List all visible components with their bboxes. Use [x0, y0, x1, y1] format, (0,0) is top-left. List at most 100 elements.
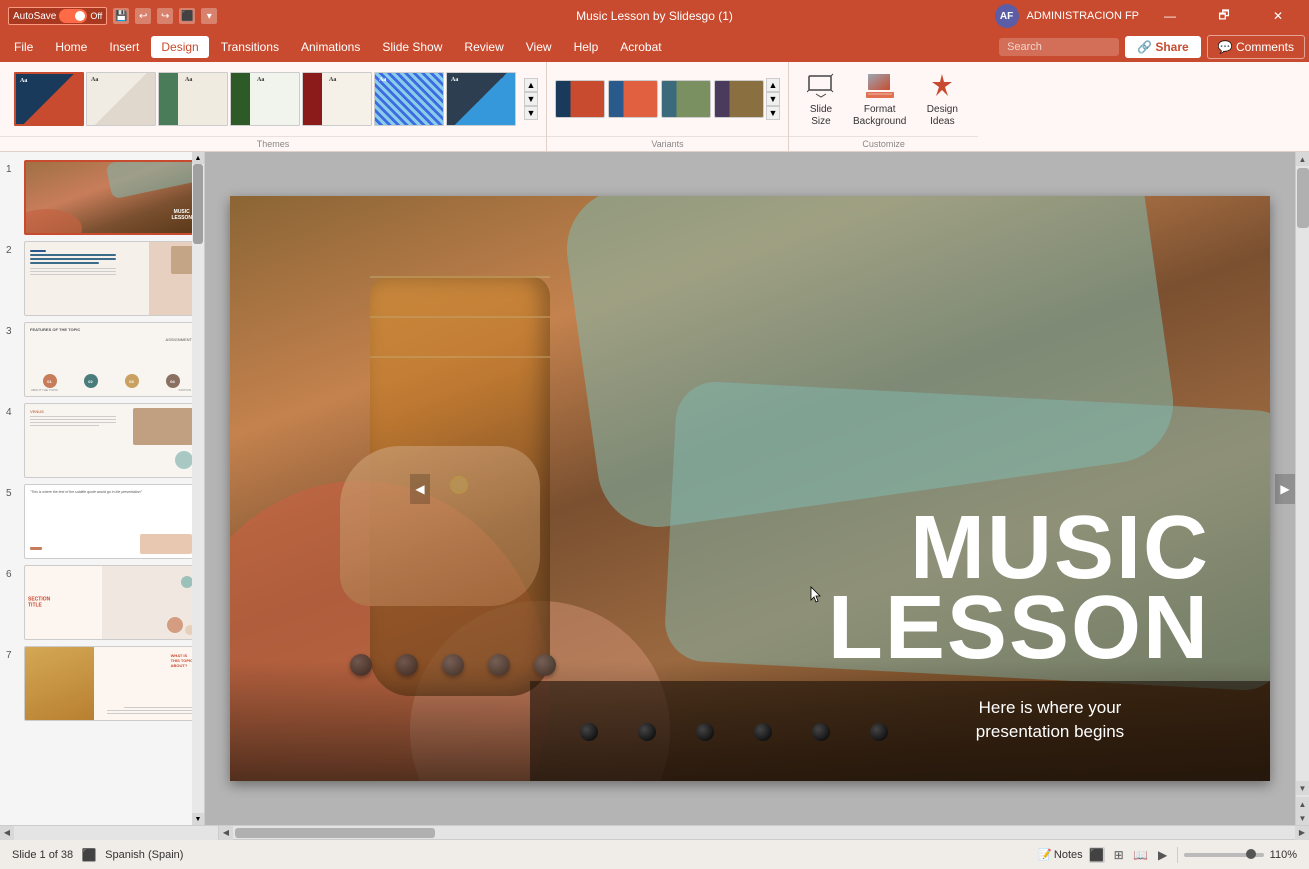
slide-number-1: 1: [6, 160, 18, 175]
share-button[interactable]: 🔗 Share: [1125, 36, 1201, 58]
menu-view[interactable]: View: [516, 36, 562, 58]
variants-body: ▲ ▼ ▼: [547, 62, 788, 136]
panel-scrollbar[interactable]: ▲ ▼: [192, 152, 204, 825]
slide-item-2[interactable]: 2: [6, 241, 198, 316]
theme-item-5[interactable]: Aa: [374, 72, 444, 126]
title-bar-left: AutoSave Off 💾 ↩ ↪ ⬛ ▾: [8, 7, 217, 25]
canvas-scroll-down2[interactable]: ▼: [1296, 811, 1309, 825]
hscroll-left2[interactable]: ◀: [219, 826, 233, 840]
redo-icon[interactable]: ↪: [157, 8, 173, 24]
comments-button[interactable]: 💬 Comments: [1207, 35, 1305, 59]
variant-scroll-up[interactable]: ▲: [766, 78, 780, 92]
theme-item-4[interactable]: Aa: [302, 72, 372, 126]
slide-item-5[interactable]: 5 "This is where the text of the subtitl…: [6, 484, 198, 559]
ribbon-row: Aa Aa Aa Aa Aa: [0, 62, 1309, 152]
slide-number-3: 3: [6, 322, 18, 337]
menu-home[interactable]: Home: [45, 36, 97, 58]
close-button[interactable]: ✕: [1255, 0, 1301, 32]
theme-item-6[interactable]: Aa: [446, 72, 516, 126]
slide-thumb-4[interactable]: VENUS: [24, 403, 198, 478]
design-ideas-button[interactable]: DesignIdeas: [916, 66, 968, 132]
slide-size-icon: [805, 70, 837, 102]
slide-number-7: 7: [6, 646, 18, 661]
variant-2[interactable]: [661, 80, 711, 118]
panel-scroll-down[interactable]: ▼: [192, 813, 204, 825]
variant-3[interactable]: [714, 80, 764, 118]
theme-scroll-arrows: ▲ ▼ ▼: [524, 78, 538, 120]
autosave-toggle[interactable]: [59, 9, 87, 23]
slide-next-button[interactable]: ▶: [1275, 474, 1295, 504]
cursor-indicator: [810, 586, 822, 604]
canvas-hscrollbar[interactable]: ◀ ◀ ▶: [0, 825, 1309, 839]
user-avatar[interactable]: AF: [995, 4, 1019, 28]
theme-scroll-down[interactable]: ▼: [524, 106, 538, 120]
slide-panel[interactable]: 1 MUSICLESSON 2: [0, 152, 205, 825]
slide-size-button[interactable]: SlideSize: [799, 66, 843, 132]
variant-scroll-mid[interactable]: ▼: [766, 92, 780, 106]
canvas-scroll-up2[interactable]: ▲: [1296, 797, 1309, 811]
customize-qat-icon[interactable]: ▾: [201, 8, 217, 24]
variants-label: Variants: [547, 136, 788, 151]
menu-animations[interactable]: Animations: [291, 36, 370, 58]
canvas-scroll-track[interactable]: [1296, 166, 1309, 781]
hscroll-right[interactable]: ▶: [1295, 826, 1309, 840]
canvas-scroll-thumb[interactable]: [1297, 168, 1309, 228]
search-input[interactable]: [999, 38, 1119, 56]
slide-thumb-5[interactable]: "This is where the text of the subtitle …: [24, 484, 198, 559]
theme-item-3[interactable]: Aa: [230, 72, 300, 126]
slide-thumb-6[interactable]: SECTIONTITLE: [24, 565, 198, 640]
title-bar-right: AF ADMINISTRACION FP — 🗗 ✕: [995, 0, 1301, 32]
variant-scroll-down[interactable]: ▼: [766, 106, 780, 120]
slide-thumb-1[interactable]: MUSICLESSON: [24, 160, 198, 235]
theme-scroll-up[interactable]: ▲: [524, 78, 538, 92]
theme-scroll-mid[interactable]: ▼: [524, 92, 538, 106]
slide-prev-button[interactable]: ◀: [410, 474, 430, 504]
app-title: Music Lesson by Slidesgo (1): [576, 9, 733, 23]
slide-item-3[interactable]: 3 FEATURES OF THE TOPIC ASSIGNMENT 01 02…: [6, 322, 198, 397]
slide-thumb-7[interactable]: WHAT ISTHIS TOPICABOUT?: [24, 646, 198, 721]
undo-icon[interactable]: ↩: [135, 8, 151, 24]
canvas-scroll-down[interactable]: ▼: [1296, 781, 1309, 795]
autosave-label: AutoSave: [13, 11, 56, 22]
canvas-scroll-up[interactable]: ▲: [1296, 152, 1309, 166]
menu-slideshow[interactable]: Slide Show: [372, 36, 452, 58]
canvas-inner: MUSIC LESSON Here is where yourpresentat…: [205, 152, 1295, 825]
slide-thumb-3[interactable]: FEATURES OF THE TOPIC ASSIGNMENT 01 02 0…: [24, 322, 198, 397]
zoom-handle[interactable]: [1246, 849, 1256, 859]
main-slide[interactable]: MUSIC LESSON Here is where yourpresentat…: [230, 196, 1270, 781]
slide-subtitle: Here is where yourpresentation begins: [890, 696, 1210, 744]
save-icon[interactable]: 💾: [113, 8, 129, 24]
theme-item-2[interactable]: Aa: [158, 72, 228, 126]
variant-0[interactable]: [555, 80, 605, 118]
hscroll-left[interactable]: ◀: [0, 826, 14, 840]
title-bar: AutoSave Off 💾 ↩ ↪ ⬛ ▾ Music Lesson by S…: [0, 0, 1309, 32]
slide-thumb-2[interactable]: [24, 241, 198, 316]
panel-scroll-thumb[interactable]: [193, 164, 203, 244]
format-background-button[interactable]: FormatBackground: [847, 66, 912, 132]
canvas-container: ◀ ▶: [205, 152, 1309, 825]
canvas-vscrollbar[interactable]: ▲ ▼ ▲ ▼: [1295, 152, 1309, 825]
menu-design[interactable]: Design: [151, 36, 208, 58]
hscroll-thumb[interactable]: [235, 828, 435, 838]
variant-1[interactable]: [608, 80, 658, 118]
autosave-badge[interactable]: AutoSave Off: [8, 7, 107, 25]
menu-acrobat[interactable]: Acrobat: [610, 36, 671, 58]
panel-scroll-up[interactable]: ▲: [192, 152, 204, 164]
minimize-button[interactable]: —: [1147, 0, 1193, 32]
main-area: 1 MUSICLESSON 2: [0, 152, 1309, 825]
theme-item-0[interactable]: Aa: [14, 72, 84, 126]
slide-item-1[interactable]: 1 MUSICLESSON: [6, 160, 198, 235]
present-icon[interactable]: ⬛: [179, 8, 195, 24]
restore-button[interactable]: 🗗: [1201, 0, 1247, 32]
theme-item-1[interactable]: Aa: [86, 72, 156, 126]
slide-number-5: 5: [6, 484, 18, 499]
slide-item-4[interactable]: 4 VENUS: [6, 403, 198, 478]
menu-help[interactable]: Help: [564, 36, 609, 58]
themes-body: Aa Aa Aa Aa Aa: [0, 62, 546, 136]
menu-file[interactable]: File: [4, 36, 43, 58]
slide-item-7[interactable]: 7 WHAT ISTHIS TOPICABOUT?: [6, 646, 198, 721]
menu-insert[interactable]: Insert: [99, 36, 149, 58]
menu-review[interactable]: Review: [454, 36, 513, 58]
menu-transitions[interactable]: Transitions: [211, 36, 289, 58]
slide-item-6[interactable]: 6 SECTIONTITLE: [6, 565, 198, 640]
